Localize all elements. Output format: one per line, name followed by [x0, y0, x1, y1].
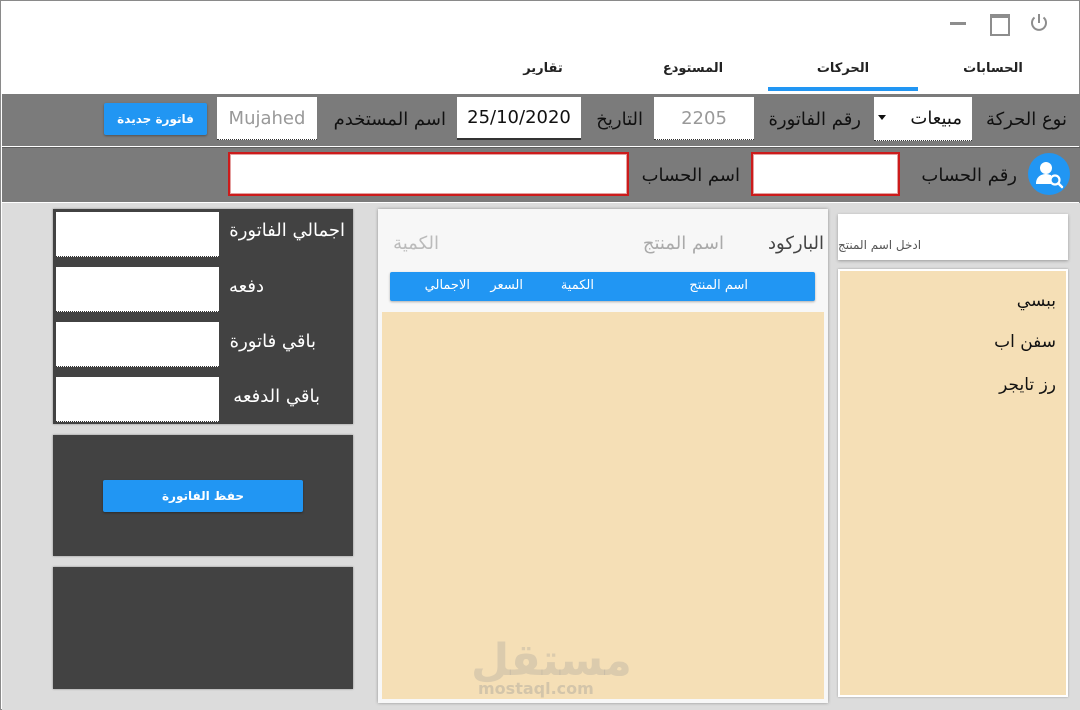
quantity-input[interactable]: الكمية	[393, 233, 439, 254]
account-search-icon[interactable]	[1028, 153, 1070, 195]
product-name-input[interactable]: اسم المنتج	[643, 233, 724, 254]
save-invoice-button[interactable]: حفظ الفاتورة	[103, 480, 303, 512]
column-total: الاجمالي	[424, 278, 470, 293]
list-item[interactable]: ببسي	[1017, 291, 1056, 311]
minimize-icon[interactable]	[947, 11, 971, 35]
movement-type-select[interactable]: مبيعات	[874, 97, 972, 141]
invoice-total-label: اجمالي الفاتورة	[229, 220, 345, 241]
movement-type-label: نوع الحركة	[985, 109, 1067, 130]
date-label: التاريخ	[596, 109, 643, 130]
column-product-name: اسم المنتج	[689, 278, 748, 293]
new-invoice-button[interactable]: فاتورة جديدة	[104, 103, 207, 135]
invoice-number-label: رقم الفاتورة	[768, 109, 861, 130]
movement-type-value: مبيعات	[910, 108, 962, 129]
tab-movements[interactable]: الحركات	[773, 61, 913, 76]
dropdown-arrow-icon	[878, 115, 886, 120]
account-number-label: رقم الحساب	[921, 165, 1017, 186]
account-name-label: اسم الحساب	[641, 165, 740, 186]
barcode-input[interactable]: الباركود	[768, 233, 824, 254]
app-window: الحسابات الحركات المستودع تقارير نوع الح…	[0, 0, 1080, 710]
tab-reports[interactable]: تقارير	[473, 61, 613, 76]
invoice-number-field[interactable]: 2205	[654, 97, 754, 140]
list-item[interactable]: سفن اب	[994, 332, 1056, 352]
product-list[interactable]: ببسي سفن اب رز تايجر	[838, 269, 1068, 697]
tab-warehouse[interactable]: المستودع	[623, 61, 763, 76]
username-field[interactable]: Mujahed	[217, 97, 317, 140]
username-label: اسم المستخدم	[333, 109, 446, 130]
product-search-input[interactable]: ادخل اسم المنتج	[838, 214, 1068, 260]
tab-accounts[interactable]: الحسابات	[923, 61, 1063, 76]
invoice-remaining-field[interactable]	[56, 322, 219, 367]
date-field[interactable]: 25/10/2020	[457, 97, 581, 140]
payment-remaining-field[interactable]	[56, 377, 219, 422]
empty-panel	[53, 567, 353, 689]
column-price: السعر	[490, 278, 523, 293]
table-header: اسم المنتج الكمية السعر الاجمالي	[390, 272, 815, 301]
active-tab-indicator	[768, 87, 918, 91]
account-name-input[interactable]	[228, 152, 629, 196]
invoice-total-field[interactable]	[56, 212, 219, 257]
payment-label: دفعه	[229, 276, 264, 297]
power-icon[interactable]	[1027, 11, 1051, 35]
list-item[interactable]: رز تايجر	[999, 375, 1056, 395]
payment-remaining-label: باقي الدفعه	[233, 386, 320, 407]
maximize-icon[interactable]	[988, 11, 1012, 36]
payment-field[interactable]	[56, 267, 219, 312]
watermark-url: mostaql.com	[478, 679, 594, 698]
column-quantity: الكمية	[560, 278, 594, 293]
invoice-remaining-label: باقي فاتورة	[229, 331, 316, 352]
account-number-input[interactable]	[751, 152, 900, 196]
